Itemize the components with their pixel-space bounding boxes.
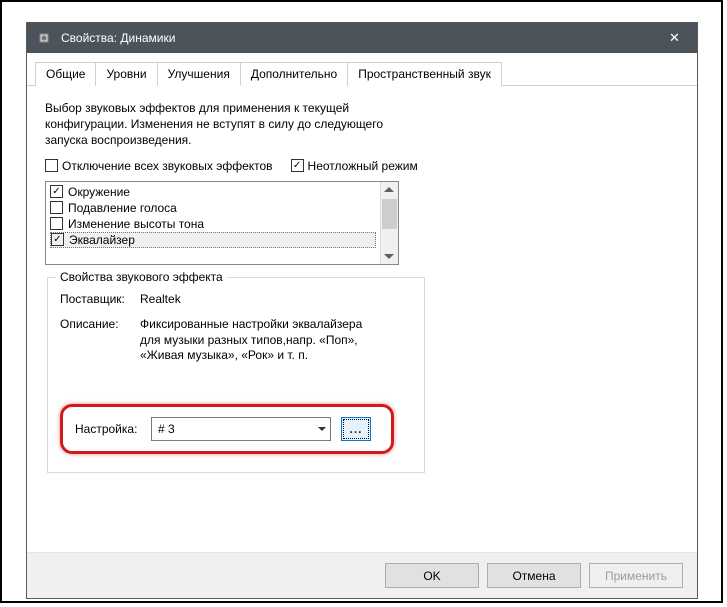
setting-label: Настройка:	[75, 422, 141, 436]
effect-label: Эквалайзер	[69, 233, 135, 247]
properties-dialog: Свойства: Динамики ✕ Общие Уровни Улучше…	[26, 22, 698, 599]
desc-value: Фиксированные настройки эквалайзера для …	[140, 317, 370, 364]
disable-all-effects-checkbox[interactable]: Отключение всех звуковых эффектов	[45, 159, 273, 173]
close-icon: ✕	[669, 30, 680, 46]
provider-value: Realtek	[140, 292, 370, 308]
ok-button[interactable]: OK	[385, 563, 479, 588]
immediate-mode-label: Неотложный режим	[308, 159, 418, 173]
checkbox-icon: ✓	[50, 185, 63, 198]
window-title: Свойства: Динамики	[61, 31, 652, 45]
immediate-mode-checkbox[interactable]: ✓ Неотложный режим	[291, 159, 418, 173]
effect-item-surround[interactable]: ✓ Окружение	[50, 184, 376, 200]
ellipsis-icon: ...	[349, 422, 362, 436]
chevron-down-icon	[318, 427, 326, 431]
checkbox-icon: ✓	[51, 233, 64, 246]
dialog-footer: OK Отмена Применить	[27, 552, 697, 598]
tab-levels[interactable]: Уровни	[95, 62, 157, 86]
effect-label: Подавление голоса	[68, 201, 177, 215]
checkbox-icon: ✓	[291, 159, 304, 172]
checkbox-icon	[45, 159, 58, 172]
tab-panel-enhancements: Выбор звуковых эффектов для применения к…	[27, 86, 697, 552]
setting-value: # 3	[158, 422, 175, 436]
group-title: Свойства звукового эффекта	[56, 270, 227, 284]
close-button[interactable]: ✕	[652, 23, 697, 53]
setting-more-button[interactable]: ...	[341, 417, 371, 441]
scrollbar-thumb[interactable]	[382, 199, 397, 229]
setting-row-highlight: Настройка: # 3 ...	[60, 404, 394, 454]
effect-label: Изменение высоты тона	[68, 217, 204, 231]
description-text: Выбор звуковых эффектов для применения к…	[45, 100, 385, 149]
effects-listbox[interactable]: ✓ Окружение Подавление голоса Изменение …	[45, 181, 399, 265]
tab-advanced[interactable]: Дополнительно	[240, 62, 348, 86]
checkbox-icon	[50, 217, 63, 230]
provider-label: Поставщик:	[60, 292, 140, 308]
effect-label: Окружение	[68, 185, 130, 199]
effect-properties-group: Свойства звукового эффекта Поставщик: Re…	[47, 277, 425, 473]
tab-enhancements[interactable]: Улучшения	[157, 62, 241, 86]
effect-item-equalizer[interactable]: ✓ Эквалайзер	[50, 232, 376, 248]
cancel-button[interactable]: Отмена	[487, 563, 581, 588]
desc-label: Описание:	[60, 317, 140, 364]
effect-item-pitch-shift[interactable]: Изменение высоты тона	[50, 216, 376, 232]
checkbox-icon	[50, 201, 63, 214]
apply-button[interactable]: Применить	[589, 563, 683, 588]
setting-dropdown[interactable]: # 3	[151, 417, 331, 441]
scrollbar[interactable]	[380, 182, 398, 264]
tab-spatial[interactable]: Пространственный звук	[347, 62, 502, 86]
effect-item-voice-cancel[interactable]: Подавление голоса	[50, 200, 376, 216]
tab-general[interactable]: Общие	[35, 62, 96, 86]
titlebar[interactable]: Свойства: Динамики ✕	[27, 23, 697, 53]
tab-strip: Общие Уровни Улучшения Дополнительно Про…	[27, 53, 697, 86]
speaker-icon	[37, 30, 53, 46]
disable-all-label: Отключение всех звуковых эффектов	[62, 159, 273, 173]
